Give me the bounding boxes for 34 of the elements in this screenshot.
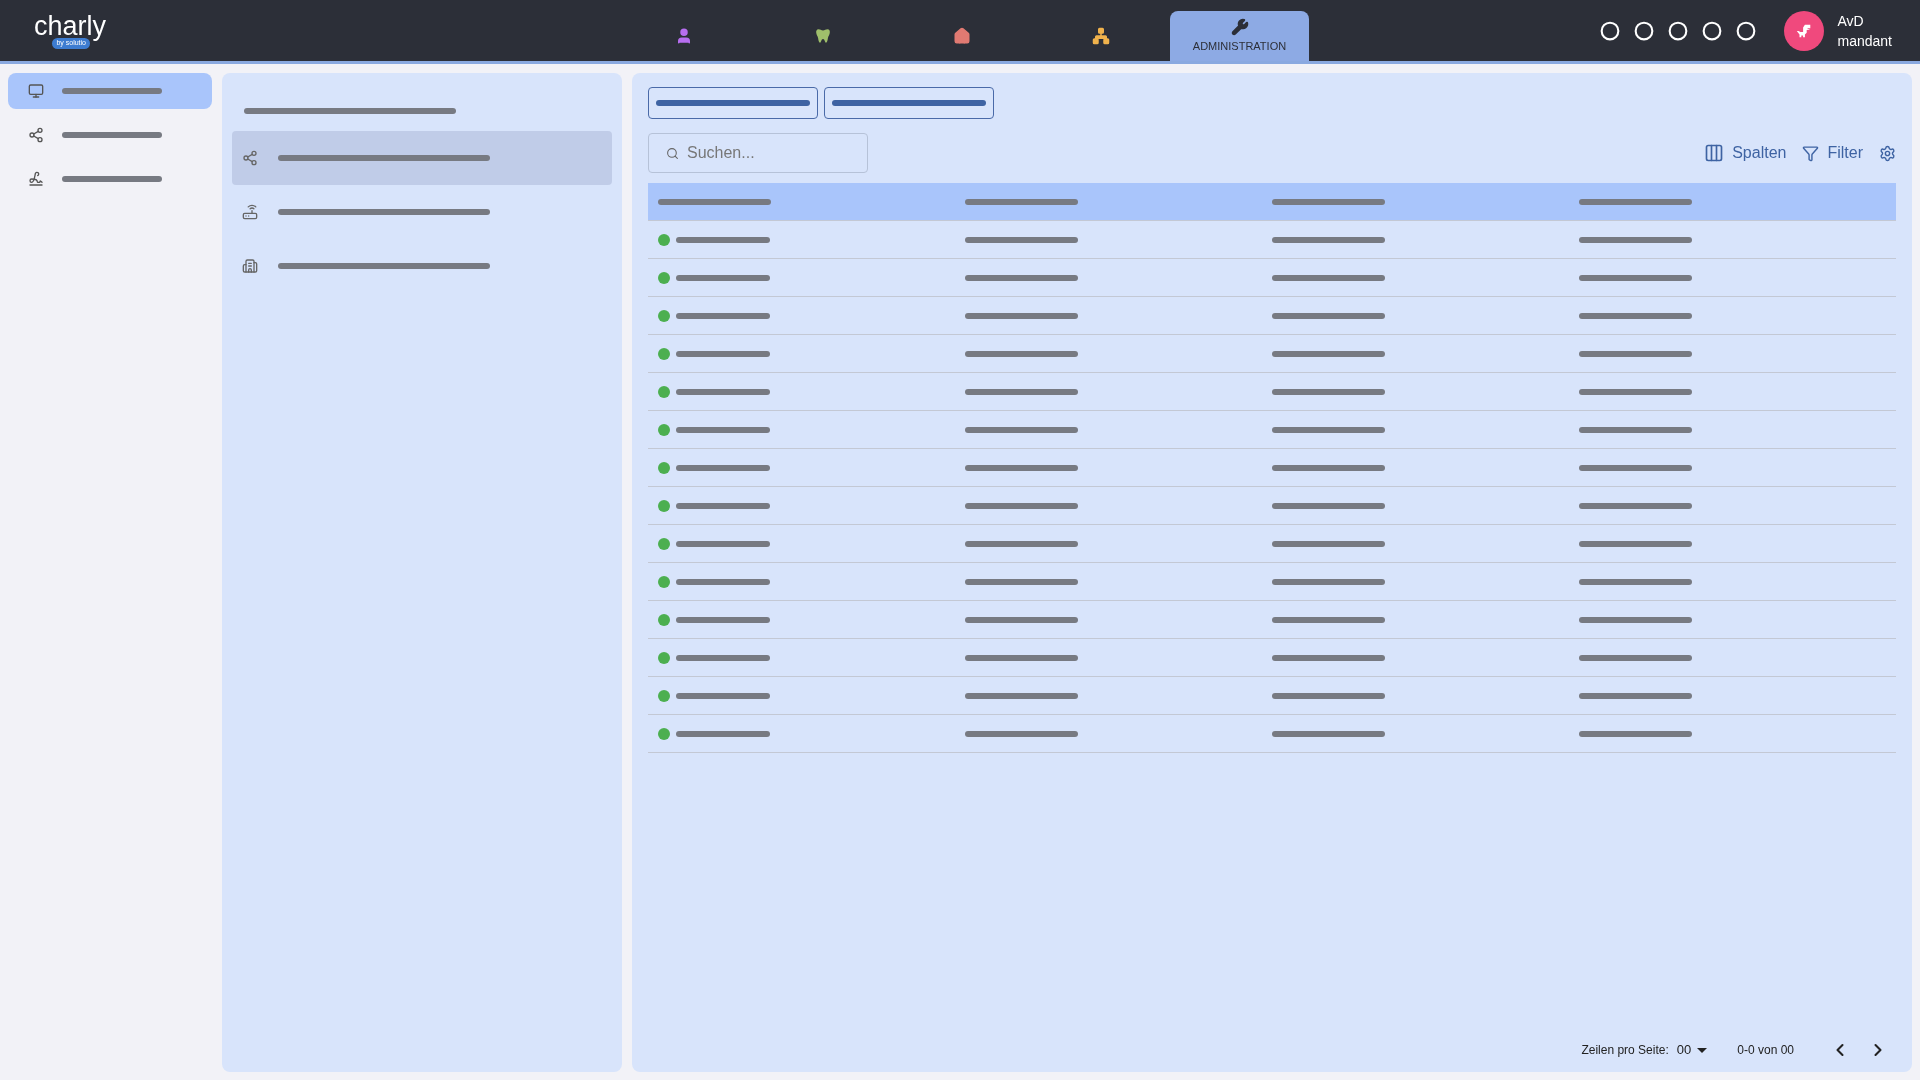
filter-icon [1802, 144, 1820, 162]
list-item[interactable] [232, 131, 612, 185]
router-icon [242, 204, 258, 220]
user-name: AvD [1837, 11, 1865, 31]
filter-button[interactable]: Filter [1802, 141, 1863, 165]
status-circle-icon[interactable] [1667, 20, 1688, 41]
settings-icon[interactable] [1879, 144, 1896, 162]
tab-button[interactable] [824, 87, 994, 119]
tooth-icon [813, 27, 832, 45]
tab-button[interactable] [648, 87, 818, 119]
network-icon [242, 150, 258, 166]
nav-tab[interactable]: ADMINISTRATION [1170, 11, 1309, 61]
signature-icon [28, 171, 44, 187]
building-icon [242, 258, 258, 274]
search-icon [666, 147, 679, 160]
home-icon [952, 27, 971, 45]
hierarchy-icon [1091, 27, 1110, 45]
monitor-icon [28, 83, 44, 99]
tools-icon [1230, 17, 1249, 36]
search-field[interactable]: Suchen... [648, 133, 868, 173]
status-circle-icon[interactable] [1701, 20, 1722, 41]
rows-per-page-label: Zeilen pro Seite: [1581, 1042, 1669, 1059]
caret-icon [1697, 1047, 1708, 1053]
rows-per-page-select[interactable]: 00 [1676, 1040, 1708, 1060]
sidebar-item[interactable] [8, 73, 212, 109]
status-circle-icon[interactable] [1633, 20, 1654, 41]
page-range: 0-0 von 00 [1737, 1042, 1794, 1059]
status-circle-icon[interactable] [1735, 20, 1756, 41]
logo-text: charly [33, 12, 106, 41]
columns-button[interactable]: Spalten [1702, 141, 1787, 165]
user-role: mandant [1837, 31, 1892, 51]
network-icon [28, 127, 44, 143]
user-avatar[interactable] [1783, 10, 1824, 51]
status-circle-icon[interactable] [1599, 20, 1620, 41]
